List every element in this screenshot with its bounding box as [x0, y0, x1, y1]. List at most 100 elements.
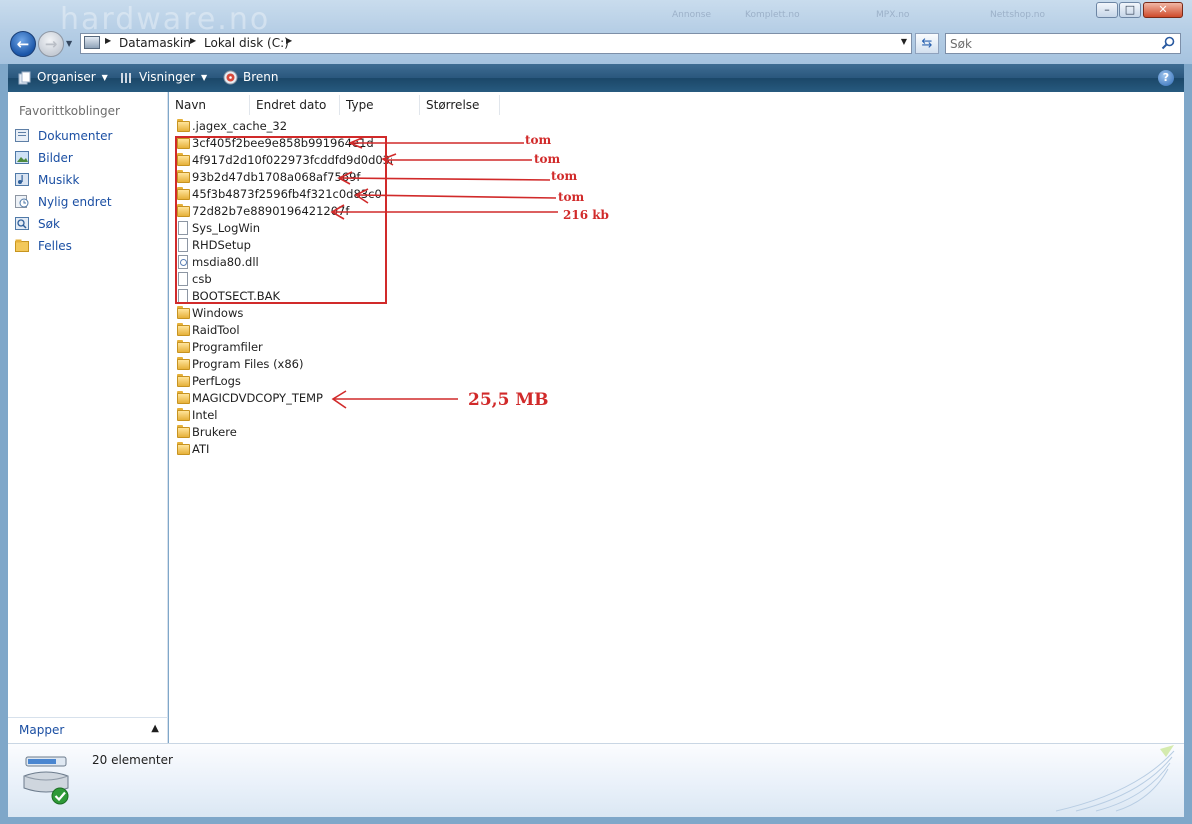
search-icon[interactable]: [1160, 35, 1176, 51]
breadcrumb-computer[interactable]: Datamaskin: [119, 36, 191, 50]
refresh-button[interactable]: ⇆: [915, 33, 939, 54]
folders-bar[interactable]: Mapper ▲: [8, 717, 167, 743]
file-name: Programfiler: [192, 340, 263, 354]
file-name: ATI: [192, 442, 210, 456]
folder-row[interactable]: Windows: [174, 305, 474, 322]
dll-file-icon: [175, 255, 191, 269]
column-header-type[interactable]: Type: [340, 95, 420, 115]
chevron-down-icon: ▼: [101, 73, 108, 82]
pictures-icon: [15, 151, 29, 164]
sidebar-item-public[interactable]: Felles: [13, 236, 163, 256]
sidebar-item-documents[interactable]: Dokumenter: [13, 126, 163, 146]
organize-button[interactable]: Organiser ▼: [18, 64, 108, 92]
file-name: PerfLogs: [192, 374, 241, 388]
file-name: .jagex_cache_32: [192, 119, 288, 133]
recently-changed-icon: [15, 195, 29, 208]
file-name: Windows: [192, 306, 244, 320]
column-header-size[interactable]: Størrelse: [420, 95, 500, 115]
breadcrumb-local-disk[interactable]: Lokal disk (C:): [204, 36, 289, 50]
folder-row[interactable]: Intel: [174, 407, 474, 424]
folder-row[interactable]: Programfiler: [174, 339, 474, 356]
column-header-name[interactable]: Navn: [169, 95, 250, 115]
back-button[interactable]: ←: [10, 31, 36, 57]
file-row[interactable]: Sys_LogWin: [174, 220, 474, 237]
folders-label: Mapper: [19, 723, 65, 737]
file-row[interactable]: BOOTSECT.BAK: [174, 288, 474, 305]
public-folder-icon: [15, 239, 29, 252]
file-row[interactable]: RHDSetup: [174, 237, 474, 254]
address-bar[interactable]: ▶ Datamaskin ▶ Lokal disk (C:) ▶ ▼: [80, 33, 912, 54]
file-icon: [175, 289, 191, 303]
folder-row[interactable]: PerfLogs: [174, 373, 474, 390]
folder-icon: [175, 187, 191, 201]
annotation-label: 216 kb: [563, 208, 609, 222]
folder-row[interactable]: ATI: [174, 441, 474, 458]
breadcrumb-arrow-icon[interactable]: ▶: [105, 36, 111, 45]
annotation-backdrop: [392, 188, 676, 202]
file-row[interactable]: msdia80.dll: [174, 254, 474, 271]
folder-icon: [175, 119, 191, 133]
back-arrow-icon: ←: [16, 35, 30, 53]
sidebar-item-music[interactable]: Musikk: [13, 170, 163, 190]
forward-button[interactable]: →: [38, 31, 64, 57]
file-name: 3cf405f2bee9e858b991964e1d: [192, 136, 374, 150]
annotation-label: tom: [551, 169, 578, 183]
details-pane: 20 elementer: [8, 743, 1184, 817]
folder-row[interactable]: Program Files (x86): [174, 356, 474, 373]
breadcrumb-arrow-icon[interactable]: ▶: [286, 36, 292, 45]
search-box[interactable]: [945, 33, 1181, 54]
close-button[interactable]: ✕: [1143, 2, 1183, 18]
command-bar: Organiser ▼ Visninger ▼ Brenn ?: [8, 64, 1184, 92]
file-name: 4f917d2d10f022973fcddfd9d0d03af3: [192, 153, 409, 167]
breadcrumb-arrow-icon[interactable]: ▶: [190, 36, 196, 45]
sidebar-item-label: Musikk: [38, 173, 80, 187]
annotation-label: 25,5 MB: [468, 390, 549, 410]
help-button[interactable]: ?: [1158, 70, 1174, 86]
search-input[interactable]: [950, 35, 1150, 52]
column-header-date-modified[interactable]: Endret dato: [250, 95, 340, 115]
annotation-backdrop: [392, 168, 672, 182]
watermark-link: Komplett.no: [745, 10, 800, 20]
sidebar-item-recently-changed[interactable]: Nylig endret: [13, 192, 163, 212]
folder-icon: [175, 408, 191, 422]
folder-icon: [175, 323, 191, 337]
refresh-icon: ⇆: [921, 36, 933, 51]
folder-icon: [175, 170, 191, 184]
sidebar-item-label: Bilder: [38, 151, 73, 165]
help-icon: ?: [1162, 71, 1170, 84]
folder-icon: [175, 136, 191, 150]
address-dropdown-icon[interactable]: ▼: [901, 37, 907, 46]
file-name: msdia80.dll: [192, 255, 259, 269]
sidebar-item-search[interactable]: Søk: [13, 214, 163, 234]
annotation-label: tom: [558, 190, 585, 204]
folder-icon: [175, 204, 191, 218]
close-icon: ✕: [1158, 3, 1168, 16]
maximize-button[interactable]: □: [1119, 2, 1141, 18]
annotation-backdrop: [392, 206, 702, 220]
sidebar-item-label: Nylig endret: [38, 195, 112, 209]
sidebar-item-pictures[interactable]: Bilder: [13, 148, 163, 168]
documents-icon: [15, 129, 29, 142]
file-row[interactable]: csb: [174, 271, 474, 288]
folder-icon: [175, 391, 191, 405]
music-icon: [15, 173, 29, 186]
minimize-button[interactable]: –: [1096, 2, 1118, 18]
burn-disc-icon: [223, 70, 238, 85]
recent-pages-dropdown-icon[interactable]: ▼: [66, 39, 72, 48]
folder-row[interactable]: Brukere: [174, 424, 474, 441]
folder-row[interactable]: RaidTool: [174, 322, 474, 339]
views-button[interactable]: Visninger ▼: [120, 64, 207, 92]
chevron-up-icon[interactable]: ▲: [151, 723, 159, 734]
folder-row[interactable]: MAGICDVDCOPY_TEMP: [174, 390, 474, 407]
folder-icon: [175, 153, 191, 167]
drive-icon: [23, 756, 69, 805]
folder-icon: [175, 340, 191, 354]
burn-button[interactable]: Brenn: [223, 64, 279, 92]
file-name: BOOTSECT.BAK: [192, 289, 281, 303]
file-name: Sys_LogWin: [192, 221, 260, 235]
watermark-link: Nettshop.no: [990, 10, 1046, 20]
organize-label: Organiser: [37, 70, 96, 84]
file-name: csb: [192, 272, 212, 286]
favorites-heading: Favorittkoblinger: [19, 104, 120, 118]
file-list-pane: Navn Endret dato Type Størrelse .jagex_c…: [169, 92, 1184, 743]
